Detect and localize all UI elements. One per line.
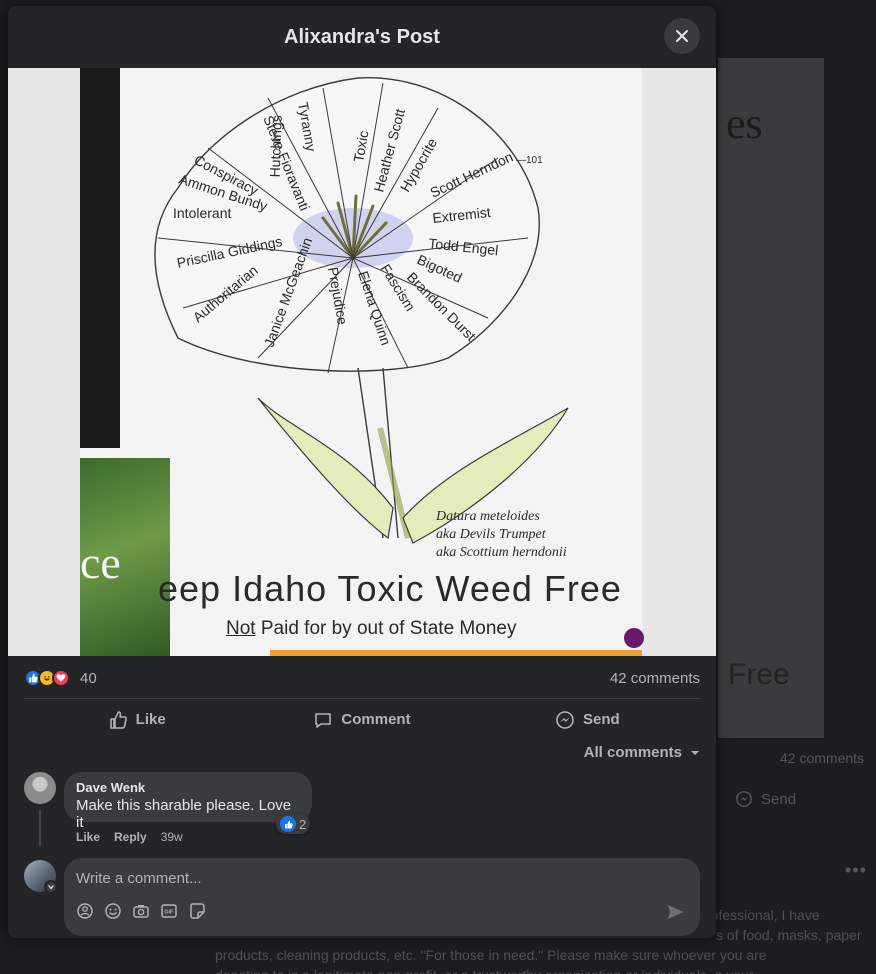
submit-comment-button[interactable]	[666, 902, 686, 922]
photo-orange-strip	[270, 650, 642, 656]
flower-drawing: Conspiracy Steve Fioravanti Tyranny Hutc…	[154, 77, 569, 544]
reactions-bar: 40 42 comments	[24, 666, 700, 690]
post-actions: Like Comment Send	[24, 698, 700, 740]
latin-line: aka Scottium herndonii	[436, 545, 567, 560]
background-post-image: es Free	[718, 58, 824, 738]
background-text-line: products, cleaning products, etc. "For t…	[215, 947, 767, 963]
reaction-icons	[24, 669, 70, 687]
latin-line: Datura meteloides	[436, 509, 540, 524]
close-button[interactable]	[664, 18, 700, 54]
background-text-line: donating to is a legitimate non-profit, …	[215, 965, 876, 974]
messenger-icon	[556, 710, 574, 729]
chevron-down-icon	[48, 885, 54, 890]
reactions-summary[interactable]: 40	[24, 669, 97, 687]
sticker-icon	[190, 903, 205, 919]
thumbs-up-icon	[109, 710, 127, 729]
messenger-icon	[736, 791, 752, 807]
svg-text:GIF: GIF	[164, 910, 174, 916]
like-reaction-icon	[280, 816, 296, 832]
poster-subline: Not Paid for by out of State Money	[226, 618, 516, 640]
dialog-header: Alixandra's Post	[8, 6, 716, 68]
poster-headline: eep Idaho Toxic Weed Free	[158, 568, 622, 609]
comment-filter-label: All comments	[583, 744, 682, 761]
comment-reactions[interactable]: 2	[276, 814, 311, 834]
background-comments-count: 42 comments	[780, 750, 865, 766]
avatar-dropdown-badge[interactable]	[44, 880, 58, 894]
dialog-title: Alixandra's Post	[284, 25, 440, 48]
comment-icon	[315, 712, 332, 728]
petal-note: —101	[516, 155, 543, 166]
send-label: Send	[582, 711, 620, 728]
photo-dark-edge	[80, 68, 120, 448]
latin-name: Datura meteloides aka Devils Trumpet aka…	[436, 508, 567, 562]
comment-button[interactable]: Comment	[249, 699, 474, 740]
avatar-sticker-button[interactable]	[76, 902, 94, 920]
like-label: Like	[135, 711, 166, 728]
send-arrow-icon	[668, 905, 684, 919]
background-send-label: Send	[761, 790, 797, 808]
comment-text: Make this sharable please. Love it	[76, 797, 292, 831]
love-reaction-icon	[52, 669, 70, 687]
petal-label: Hutchings	[267, 115, 285, 178]
pamphlet-text: ce	[80, 537, 121, 588]
background-image-text: es	[726, 99, 763, 148]
poster-subline-not: Not	[226, 618, 256, 639]
comments-count-link[interactable]: 42 comments	[610, 670, 700, 687]
background-image-free: Free	[728, 658, 790, 691]
comment-reply-link[interactable]: Reply	[114, 830, 147, 844]
petal-label: Intolerant	[173, 205, 231, 221]
comment-bubble: Dave Wenk Make this sharable please. Lov…	[64, 772, 312, 831]
comment-label: Comment	[341, 711, 411, 728]
more-options-icon: •••	[845, 860, 867, 880]
poster-subline-rest: Paid for by out of State Money	[255, 618, 517, 639]
background-send: Send	[735, 790, 796, 808]
post-dialog: Alixandra's Post ce Conspiracy Steve Fio…	[8, 6, 716, 938]
gif-button[interactable]: GIF	[160, 902, 178, 920]
comment-reaction-count: 2	[299, 816, 307, 832]
composer-tools: GIF	[76, 902, 206, 920]
post-photo[interactable]: ce Conspiracy Steve Fioravanti Tyranny H…	[8, 68, 716, 656]
reaction-count: 40	[80, 669, 97, 687]
comment-input-box: GIF	[64, 858, 700, 936]
avatar-sticker-icon	[77, 903, 93, 919]
latin-line: aka Devils Trumpet	[436, 527, 546, 542]
photo-button[interactable]	[132, 902, 150, 920]
sticker-button[interactable]	[188, 902, 206, 920]
emoji-icon	[105, 903, 121, 919]
comment-timestamp[interactable]: 39w	[161, 830, 183, 844]
comment-author[interactable]: Dave Wenk	[76, 780, 300, 795]
gif-icon: GIF	[161, 904, 177, 918]
thread-line	[39, 810, 41, 846]
photo-pin	[624, 628, 644, 648]
comment-filter-dropdown[interactable]: All comments	[584, 744, 700, 761]
like-button[interactable]: Like	[24, 699, 249, 740]
close-icon	[676, 30, 688, 42]
avatar[interactable]	[24, 772, 56, 804]
send-button[interactable]: Send	[475, 699, 700, 740]
camera-icon	[133, 905, 149, 918]
comment-input[interactable]	[76, 866, 636, 890]
comment-meta: Like Reply 39w	[76, 830, 183, 844]
caret-down-icon	[691, 750, 699, 755]
emoji-button[interactable]	[104, 902, 122, 920]
comment-composer: GIF	[24, 858, 700, 938]
comment-like-link[interactable]: Like	[76, 830, 100, 844]
